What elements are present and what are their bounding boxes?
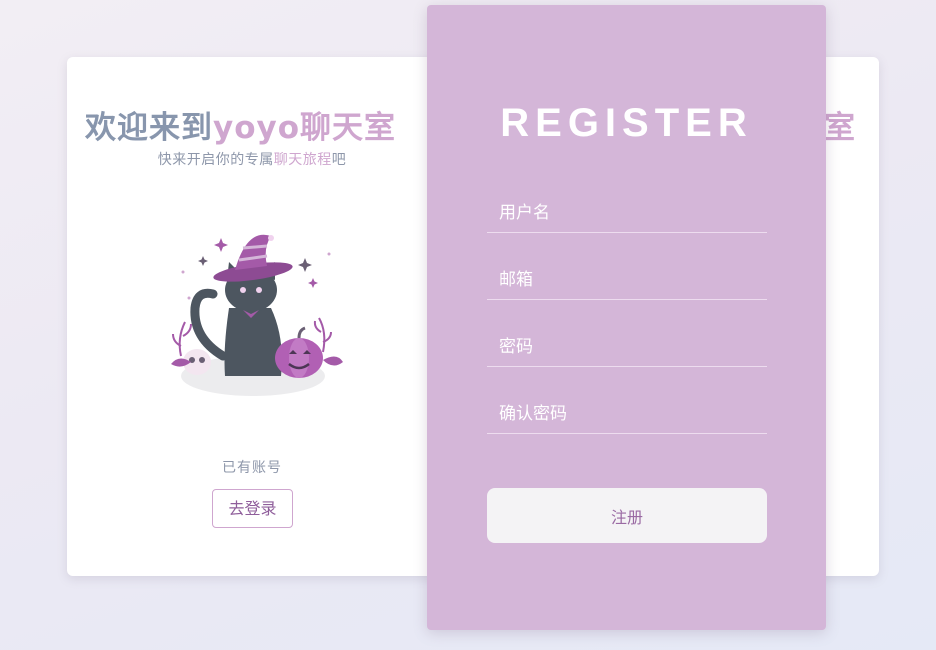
username-input[interactable] xyxy=(487,193,767,233)
tagline-accent: 聊天旅程 xyxy=(273,152,332,168)
welcome-title-prefix: 欢迎来到 xyxy=(85,110,213,146)
email-input[interactable] xyxy=(487,260,767,300)
confirm-password-input[interactable] xyxy=(487,394,767,434)
welcome-title-brand: yoyo聊天室 xyxy=(213,110,397,146)
leaf-bottom-icon xyxy=(323,356,343,366)
welcome-title: 欢迎来到yoyo聊天室 xyxy=(85,108,396,148)
register-panel: REGISTER 注册 xyxy=(427,5,826,630)
witch-cat-illustration xyxy=(171,234,343,396)
witch-hat-icon xyxy=(213,234,293,282)
tagline-prefix: 快来开启你的专属 xyxy=(157,152,274,168)
goto-login-button[interactable]: 去登录 xyxy=(212,489,293,528)
register-submit-button[interactable]: 注册 xyxy=(487,488,767,543)
register-title: REGISTER xyxy=(500,101,753,145)
password-input[interactable] xyxy=(487,327,767,367)
cat-tail xyxy=(190,288,228,361)
tagline-suffix: 吧 xyxy=(331,152,347,168)
pumpkin-icon xyxy=(275,326,323,378)
leaf-left-icon xyxy=(172,321,192,357)
background-title-fragment: 室 xyxy=(824,110,855,146)
